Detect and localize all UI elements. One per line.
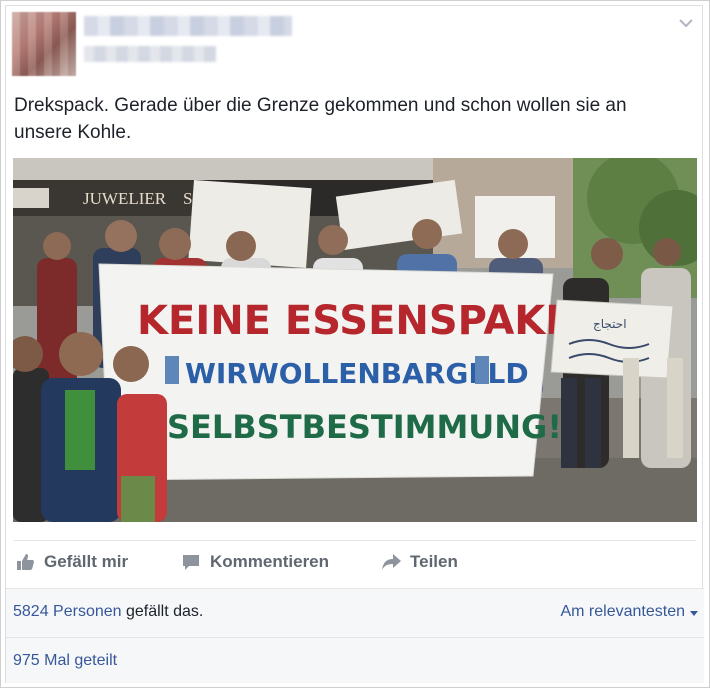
post-photo[interactable]: JUWELIER S KEINE ESSENSPAKETE WIRWOLLENB… <box>13 158 697 522</box>
like-button[interactable]: Gefällt mir <box>14 544 128 580</box>
comment-label: Kommentieren <box>210 552 330 571</box>
shares-summary-row: 975 Mal geteilt <box>6 637 704 683</box>
post-text: Drekspack. Gerade über die Grenze gekomm… <box>14 95 627 143</box>
side-sign-text: احتجاج <box>593 317 627 331</box>
comment-icon <box>180 551 202 573</box>
comment-button[interactable]: Kommentieren <box>180 544 329 580</box>
likes-suffix: gefällt das. <box>121 603 204 620</box>
author-avatar[interactable] <box>12 12 76 76</box>
banner-line-3: SELBSTBESTIMMUNG! <box>167 408 562 446</box>
shop-sign-text: JUWELIER <box>83 189 167 208</box>
like-label: Gefällt mir <box>44 552 129 571</box>
chevron-down-icon[interactable] <box>678 16 694 32</box>
post-meta-redacted <box>84 46 216 62</box>
screenshot-frame: Drekspack. Gerade über die Grenze gekomm… <box>0 0 710 688</box>
facebook-post: Drekspack. Gerade über die Grenze gekomm… <box>5 5 704 683</box>
shop-sign-partial: S <box>183 189 192 208</box>
shares-count-link[interactable]: 975 Mal geteilt <box>13 652 117 670</box>
share-arrow-icon <box>380 551 402 573</box>
sort-label: Am relevantesten <box>560 603 685 620</box>
likes-summary: 5824 Personen gefällt das. <box>13 603 203 621</box>
actions-top-divider <box>14 540 696 541</box>
caret-down-icon <box>690 610 698 616</box>
share-button[interactable]: Teilen <box>380 544 458 580</box>
protest-photo-illustration: JUWELIER S KEINE ESSENSPAKETE WIRWOLLENB… <box>13 158 697 522</box>
share-label: Teilen <box>410 552 458 571</box>
thumbs-up-icon <box>14 551 36 573</box>
author-name-redacted[interactable] <box>84 16 292 36</box>
likes-summary-row: 5824 Personen gefällt das. Am relevantes… <box>6 588 704 637</box>
likes-count-link[interactable]: 5824 Personen <box>13 603 122 620</box>
comment-sort-dropdown[interactable]: Am relevantesten <box>560 603 698 621</box>
post-actions-bar: Gefällt mir Kommentieren Teilen <box>6 544 704 580</box>
